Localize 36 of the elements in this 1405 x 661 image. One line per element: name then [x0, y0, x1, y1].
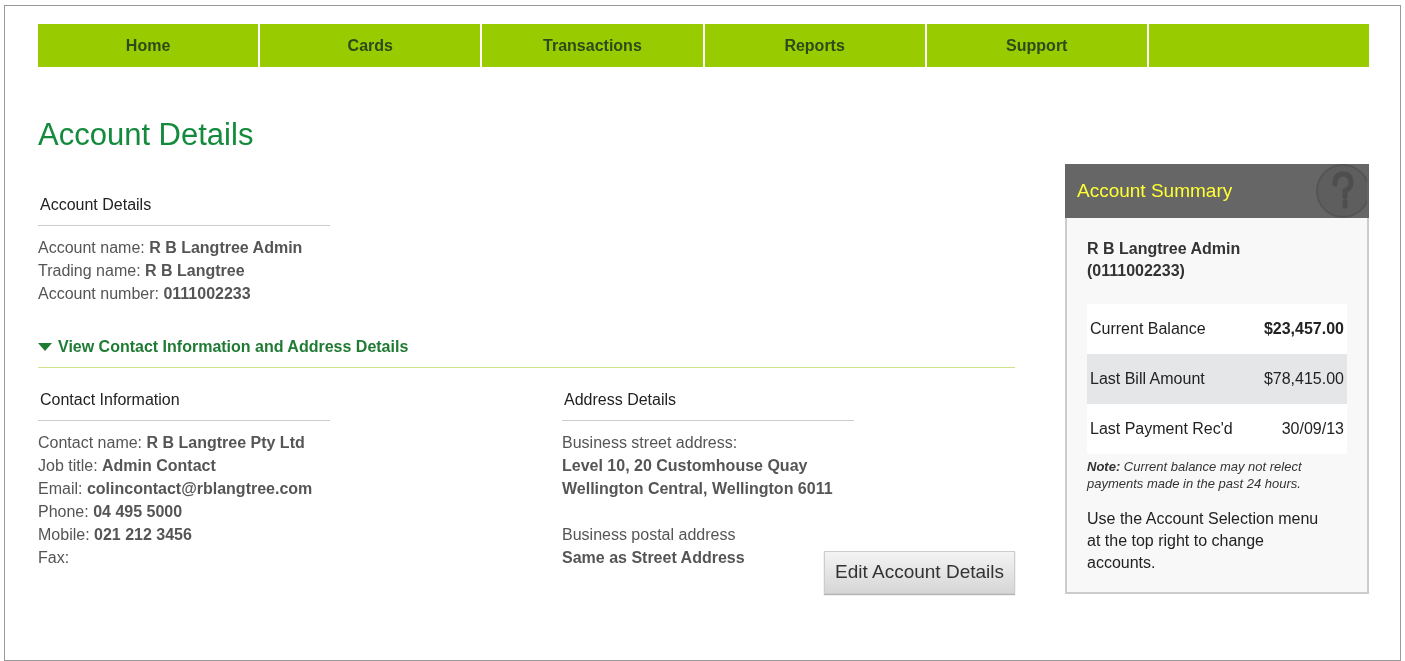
detail-label: Business street address: — [562, 433, 739, 453]
row-label: Last Payment Rec'd — [1090, 419, 1233, 439]
help-icon[interactable] — [1313, 164, 1367, 218]
row-value: $78,415.00 — [1263, 369, 1344, 389]
edit-account-details-button[interactable]: Edit Account Details — [824, 551, 1015, 594]
detail-line: Trading name: R B Langtree — [38, 261, 246, 281]
account-name: R B Langtree Admin (0111002233) — [1087, 239, 1242, 281]
section-heading: Contact Information — [38, 388, 330, 421]
nav-tab[interactable]: Reports — [704, 24, 927, 67]
section-heading: Account Details — [38, 193, 330, 226]
detail-value: Same as Street Address — [562, 548, 746, 568]
balance-note: Note: Current balance may not relect payments made in the past 24 hours. — [1087, 458, 1303, 492]
detail-line: Account name: R B Langtree Admin — [38, 238, 304, 258]
row-value: 30/09/13 — [1281, 419, 1344, 439]
nav-tab[interactable]: Support — [926, 24, 1149, 67]
row-value: $23,457.00 — [1263, 319, 1344, 339]
page-title: Account Details — [38, 117, 255, 153]
detail-line: Fax: — [38, 548, 71, 568]
nav-tab[interactable]: Cards — [260, 24, 483, 67]
detail-value: Level 10, 20 Customhouse Quay — [562, 456, 809, 476]
expand-toggle[interactable]: View Contact Information and Address Details — [38, 335, 409, 359]
detail-value: Wellington Central, Wellington 6011 — [562, 479, 834, 499]
help-text: Use the Account Selection menu at the top right to change accounts. — [1087, 509, 1320, 573]
nav-tab[interactable]: Home — [38, 24, 261, 67]
detail-line: Job title: Admin Contact — [38, 456, 217, 476]
detail-line: Account number: 0111002233 — [38, 284, 252, 304]
detail-line: Phone: 04 495 5000 — [38, 502, 184, 522]
row-label: Current Balance — [1090, 319, 1206, 339]
section-heading: Address Details — [562, 388, 854, 421]
nav-tab[interactable]: Transactions — [482, 24, 705, 67]
detail-line: Email: colincontact@rblangtree.com — [38, 479, 314, 499]
detail-line: Contact name: R B Langtree Pty Ltd — [38, 433, 306, 453]
summary-title: Account Summary — [1077, 178, 1233, 203]
detail-label: Business postal address — [562, 525, 737, 545]
detail-line: Mobile: 021 212 3456 — [38, 525, 193, 545]
row-label: Last Bill Amount — [1090, 369, 1205, 389]
